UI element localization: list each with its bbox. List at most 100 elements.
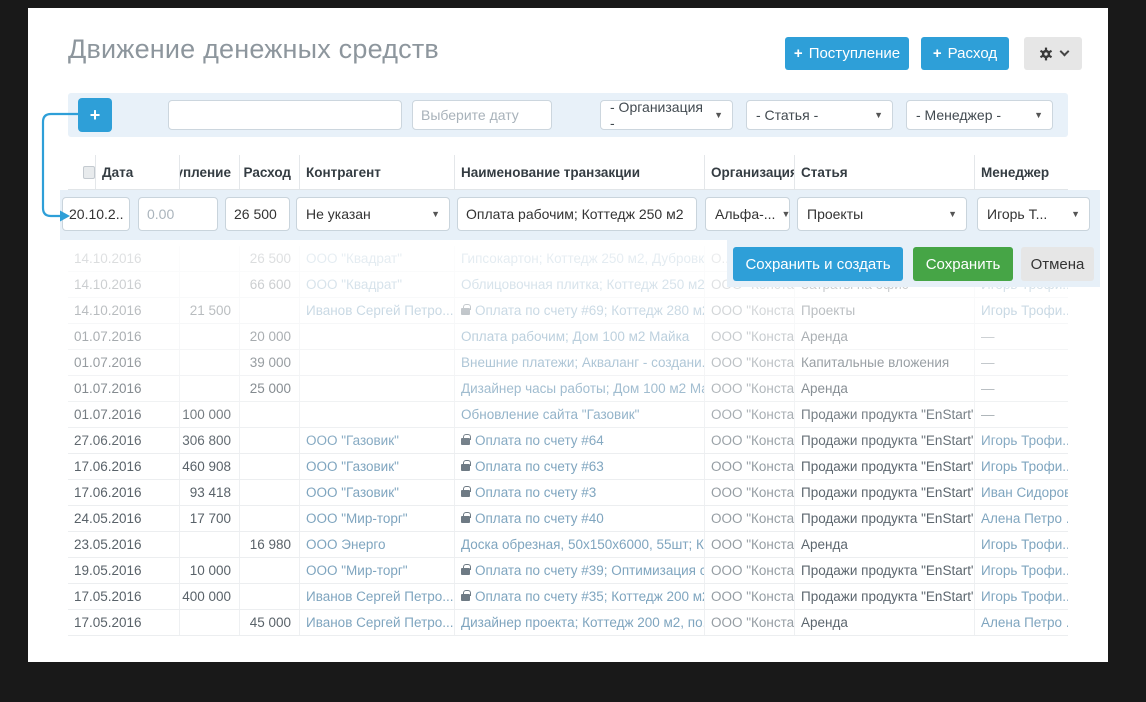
edit-date-input[interactable]	[62, 197, 130, 231]
cell-counterparty-link[interactable]: ООО "Мир-торг"	[300, 506, 455, 531]
cell-transaction-link[interactable]: Оплата по счету #3	[455, 480, 705, 505]
cell-income	[180, 272, 240, 297]
cell-income	[180, 324, 240, 349]
search-input[interactable]	[168, 100, 402, 130]
cell-counterparty-link[interactable]	[300, 350, 455, 375]
cell-counterparty-link[interactable]: ООО "Мир-торг"	[300, 558, 455, 583]
cell-transaction-link[interactable]: Дизайнер проекта; Коттедж 200 м2, по...	[455, 610, 705, 635]
cell-date: 17.05.2016	[68, 584, 180, 609]
cell-transaction-link[interactable]: Гипсокартон; Коттедж 250 м2, Дубровка	[455, 246, 705, 271]
edit-transaction-input[interactable]	[457, 197, 697, 231]
cancel-button[interactable]: Отмена	[1021, 247, 1094, 281]
save-and-create-button[interactable]: Сохранить и создать	[733, 247, 903, 281]
cell-transaction-link[interactable]: Оплата по счету #39; Оптимизация с...	[455, 558, 705, 583]
cell-transaction-link[interactable]: Оплата по счету #63	[455, 454, 705, 479]
cell-organization: ООО "Конста...	[705, 506, 795, 531]
cell-counterparty-link[interactable]	[300, 376, 455, 401]
cell-manager-link[interactable]: Алена Петро ...	[975, 506, 1068, 531]
cell-date: 01.07.2016	[68, 402, 180, 427]
cell-manager-link[interactable]: Игорь Трофи...	[975, 428, 1068, 453]
cell-counterparty-link[interactable]: ООО "Квадрат"	[300, 246, 455, 271]
edit-article-select[interactable]: Проекты ▼	[797, 197, 967, 231]
organization-filter-value: - Организация -	[610, 99, 708, 131]
cell-counterparty-link[interactable]: Иванов Сергей Петро...	[300, 610, 455, 635]
cell-counterparty-link[interactable]	[300, 324, 455, 349]
add-expense-button[interactable]: + Расход	[921, 37, 1009, 70]
cell-article: Продажи продукта "EnStart"	[795, 558, 975, 583]
cell-expense: 26 500	[240, 246, 300, 271]
caret-down-icon: ▼	[714, 110, 723, 120]
manager-filter-value: - Менеджер -	[916, 107, 1001, 123]
cell-counterparty-link[interactable]: ООО "Газовик"	[300, 454, 455, 479]
organization-filter-select[interactable]: - Организация - ▼	[600, 100, 733, 130]
cell-article: Аренда	[795, 532, 975, 557]
save-button[interactable]: Сохранить	[913, 247, 1013, 281]
edit-income-input[interactable]	[138, 197, 218, 231]
cell-counterparty-link[interactable]: Иванов Сергей Петро...	[300, 298, 455, 323]
cell-counterparty-link[interactable]: Иванов Сергей Петро...	[300, 584, 455, 609]
cell-date: 23.05.2016	[68, 532, 180, 557]
cell-manager-link[interactable]: Иван Сидоров	[975, 480, 1068, 505]
cell-expense	[240, 298, 300, 323]
add-transaction-button[interactable]: +	[78, 98, 112, 132]
edit-expense-input[interactable]	[225, 197, 290, 231]
app-page: Движение денежных средств + Поступление …	[28, 8, 1108, 662]
table-row: 01.07.201639 000Внешние платежи; Аквалан…	[68, 350, 1068, 376]
cell-transaction-link[interactable]: Оплата по счету #35; Коттедж 200 м2,...	[455, 584, 705, 609]
cell-transaction-link[interactable]: Обновление сайта "Газовик"	[455, 402, 705, 427]
cell-date: 14.10.2016	[68, 272, 180, 297]
caret-down-icon: ▼	[1034, 110, 1043, 120]
cell-organization: ООО "Конста...	[705, 558, 795, 583]
cell-manager-link[interactable]: Алена Петро ...	[975, 610, 1068, 635]
cell-article: Аренда	[795, 376, 975, 401]
cell-income: 100 000	[180, 402, 240, 427]
add-income-button[interactable]: + Поступление	[785, 37, 909, 70]
date-filter-input[interactable]	[412, 100, 552, 130]
settings-dropdown-button[interactable]	[1024, 37, 1082, 70]
plus-icon: +	[933, 45, 942, 62]
cell-income: 17 700	[180, 506, 240, 531]
cell-manager-link[interactable]: Игорь Трофи...	[975, 298, 1068, 323]
edit-counterparty-select[interactable]: Не указан ▼	[296, 197, 450, 231]
manager-filter-select[interactable]: - Менеджер - ▼	[906, 100, 1053, 130]
cell-transaction-link[interactable]: Внешние платежи; Акваланг - создани...	[455, 350, 705, 375]
cell-transaction-link[interactable]: Оплата по счету #69; Коттедж 280 м2,...	[455, 298, 705, 323]
cell-organization: ООО "Конста...	[705, 584, 795, 609]
lock-icon	[461, 464, 470, 471]
caret-down-icon: ▼	[431, 209, 440, 219]
cell-transaction-link[interactable]: Облицовочная плитка; Коттедж 250 м2...	[455, 272, 705, 297]
select-all-checkbox[interactable]	[83, 166, 95, 179]
cell-article: Аренда	[795, 324, 975, 349]
lock-icon	[461, 438, 470, 445]
cell-counterparty-link[interactable]: ООО "Газовик"	[300, 428, 455, 453]
cell-expense	[240, 428, 300, 453]
cell-expense: 66 600	[240, 272, 300, 297]
cell-income: 10 000	[180, 558, 240, 583]
cell-manager-link: —	[975, 324, 1068, 349]
cell-organization: ООО "Конста...	[705, 350, 795, 375]
caret-down-icon: ▼	[948, 209, 957, 219]
header-income: Поступление	[180, 155, 240, 189]
edit-organization-select[interactable]: Альфа-... ▼	[705, 197, 790, 231]
header-organization: Организация	[705, 155, 795, 189]
cell-expense	[240, 454, 300, 479]
article-filter-select[interactable]: - Статья - ▼	[746, 100, 893, 130]
cell-organization: ООО "Конста...	[705, 376, 795, 401]
cell-counterparty-link[interactable]: ООО "Газовик"	[300, 480, 455, 505]
cell-counterparty-link[interactable]: ООО "Квадрат"	[300, 272, 455, 297]
cell-counterparty-link[interactable]	[300, 402, 455, 427]
cell-income	[180, 610, 240, 635]
lock-icon	[461, 516, 470, 523]
cell-transaction-link[interactable]: Доска обрезная, 50х150х6000, 55шт; Ко...	[455, 532, 705, 557]
cell-counterparty-link[interactable]: ООО Энерго	[300, 532, 455, 557]
cell-manager-link[interactable]: Игорь Трофи...	[975, 532, 1068, 557]
cell-transaction-link[interactable]: Оплата по счету #40	[455, 506, 705, 531]
cell-transaction-link[interactable]: Дизайнер часы работы; Дом 100 м2 Ма...	[455, 376, 705, 401]
cell-transaction-link[interactable]: Оплата рабочим; Дом 100 м2 Майка	[455, 324, 705, 349]
edit-manager-select[interactable]: Игорь Т... ▼	[977, 197, 1090, 231]
cell-manager-link[interactable]: Игорь Трофи...	[975, 558, 1068, 583]
cell-manager-link[interactable]: Игорь Трофи...	[975, 584, 1068, 609]
cell-manager-link[interactable]: Игорь Трофи...	[975, 454, 1068, 479]
cell-transaction-link[interactable]: Оплата по счету #64	[455, 428, 705, 453]
plus-icon: +	[794, 45, 803, 62]
